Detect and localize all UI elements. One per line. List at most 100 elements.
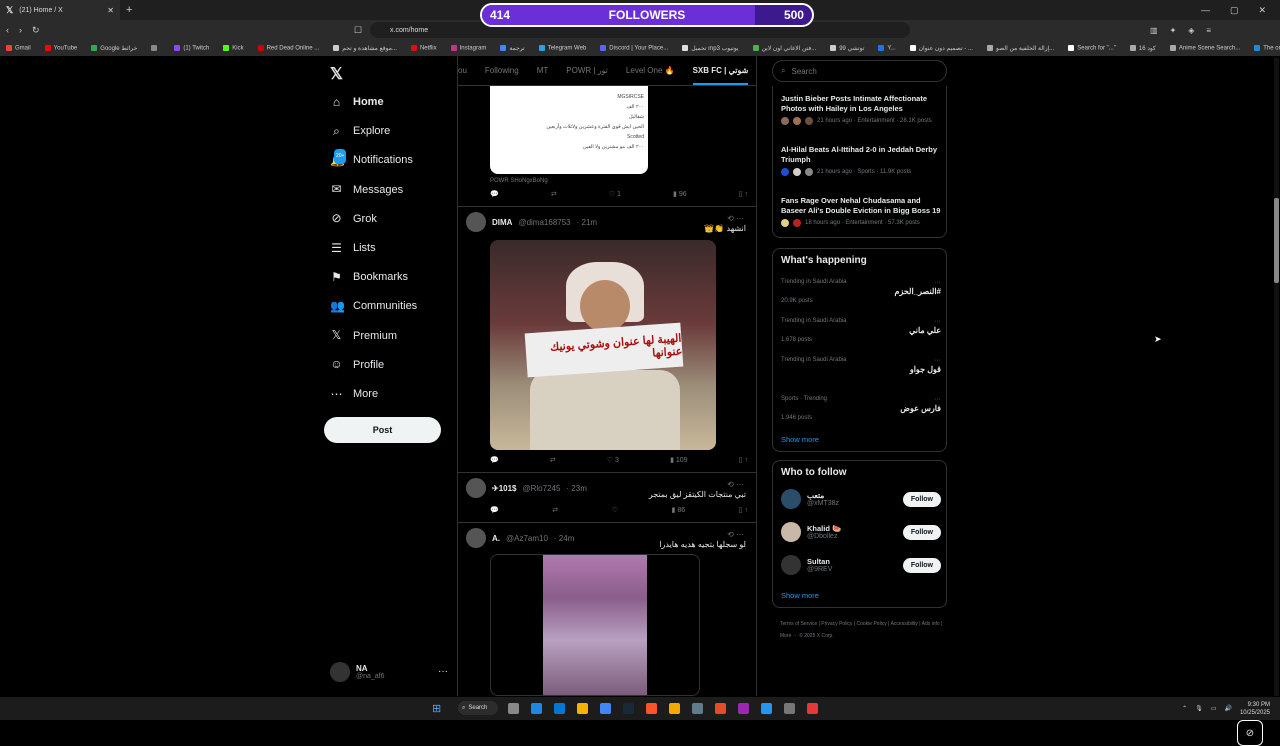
bookmark-item[interactable]: إزالة الخلفية من الصو... [986, 44, 1054, 52]
bookmark-item[interactable]: Kick [223, 44, 244, 51]
bookmark-item[interactable]: Instagram [450, 44, 486, 51]
nav-item-bookmarks[interactable]: ⚑ Bookmarks [330, 267, 408, 287]
bookmark-icon[interactable]: ▯ ↑ [739, 190, 748, 198]
trend-item[interactable]: Trending in Saudi Arabia ··· قول جواو [781, 357, 941, 376]
taskbar-app-icon[interactable] [692, 703, 703, 714]
bookmark-item[interactable]: تصميم دون عنوان - ... [909, 44, 973, 52]
like-button[interactable]: ♡ [612, 506, 618, 514]
tweet-video[interactable] [490, 554, 700, 696]
bookmark-item[interactable]: Google خرائط [91, 44, 137, 52]
show-more-follow-link[interactable]: Show more [781, 591, 819, 600]
clock[interactable]: 9:30 PM 10/25/2025 [1240, 701, 1270, 717]
tweet-more-icon[interactable]: ⟲ ··· [727, 480, 744, 489]
tweet-time[interactable]: · 23m [566, 484, 586, 493]
tweet-author-handle[interactable]: @Rlo7245 [523, 484, 561, 493]
views-button[interactable]: ▮ 86 [672, 506, 686, 514]
bookmark-item[interactable]: Discord | Your Place... [600, 44, 668, 51]
avatar[interactable] [466, 528, 486, 548]
bookmark-icon[interactable]: ▯ ↑ [739, 456, 748, 464]
trend-item[interactable]: Trending in Saudi Arabia ··· علي ماني 1,678… [781, 318, 941, 343]
trend-more-icon[interactable]: ··· [934, 396, 941, 403]
trend-more-icon[interactable]: ··· [934, 279, 941, 286]
timeline-tab[interactable]: SXB FC | شوتي [692, 66, 748, 85]
volume-icon[interactable]: 🔊 [1224, 705, 1231, 712]
trend-more-icon[interactable]: ··· [934, 318, 941, 325]
taskbar-app-icon[interactable] [784, 703, 795, 714]
timeline-tab[interactable]: ou [458, 66, 467, 75]
news-item[interactable]: Justin Bieber Posts Intimate Affectionat… [781, 94, 941, 125]
retweet-icon[interactable]: ⇄ [550, 456, 556, 464]
tweet-more-icon[interactable]: ⟲ ··· [727, 530, 744, 539]
taskbar-app-icon[interactable] [715, 703, 726, 714]
avatar[interactable] [781, 522, 801, 542]
tweet-author-handle[interactable]: @Az7am10 [506, 534, 548, 543]
tweet-more-icon[interactable]: ⟲ ··· [727, 214, 744, 223]
account-switcher[interactable]: NA @na_af6 [330, 662, 385, 682]
menu-icon[interactable]: ≡ [1206, 26, 1211, 35]
sidebar-icon[interactable]: ▥ [1150, 26, 1158, 35]
new-tab-button[interactable]: + [126, 4, 132, 16]
bookmark-item[interactable]: تحميل mp3 يوتيوب [682, 44, 739, 52]
account-more-icon[interactable]: ··· [438, 666, 448, 677]
reply-icon[interactable]: 💬 [490, 190, 499, 198]
tray-chevron-icon[interactable]: ⌃ [1182, 705, 1187, 712]
news-item[interactable]: Al-Hilal Beats Al-Ittihad 2-0 in Jeddah … [781, 145, 941, 176]
shield-icon[interactable]: ◈ [1188, 26, 1194, 35]
bookmark-item[interactable]: Telegram Web [538, 44, 586, 51]
minimize-icon[interactable]: — [1201, 5, 1210, 16]
forward-icon[interactable]: › [19, 25, 22, 35]
follow-suggestion[interactable]: Khalid 🍉 @Dbollez Follow [781, 522, 941, 542]
avatar[interactable] [466, 478, 486, 498]
scrollbar[interactable] [1274, 58, 1279, 696]
taskbar-app-icon[interactable] [623, 703, 634, 714]
follow-button[interactable]: Follow [902, 524, 941, 540]
nav-item-explore[interactable]: ⌕ Explore [330, 121, 390, 141]
like-button[interactable]: ♡ 1 [609, 190, 621, 198]
taskbar-app-icon[interactable] [738, 703, 749, 714]
close-window-icon[interactable]: ✕ [1258, 5, 1266, 16]
nav-item-lists[interactable]: ☰ Lists [330, 238, 376, 258]
post-button[interactable]: Post [324, 417, 441, 443]
nav-item-premium[interactable]: 𝕏 Premium [330, 326, 397, 346]
bookmark-item[interactable]: موقع مشاهدة و تحم... [333, 44, 397, 52]
close-tab-icon[interactable]: ✕ [107, 6, 114, 15]
reply-icon[interactable]: 💬 [490, 456, 499, 464]
timeline-tab[interactable]: Following [485, 66, 519, 75]
back-icon[interactable]: ‹ [6, 25, 9, 35]
views-button[interactable]: ▮ 96 [673, 190, 687, 198]
quoted-image-card[interactable]: MGSIRCSE ٢٠٠ الف شقاليل الحين ايش قوي ال… [490, 86, 648, 174]
timeline-tab[interactable]: POWR | تور [566, 66, 608, 75]
avatar[interactable] [781, 555, 801, 575]
bookmark-item[interactable]: Netflix [410, 44, 437, 51]
avatar[interactable] [781, 489, 801, 509]
bookmark-item[interactable]: Search for "..." [1068, 44, 1116, 51]
bookmark-item[interactable]: Gmail [6, 44, 31, 51]
bookmark-item[interactable]: The online code edi... [1254, 44, 1280, 51]
follow-suggestion[interactable]: Sultan @9REV Follow [781, 555, 941, 575]
tweet-time[interactable]: · 24m [554, 534, 574, 543]
reload-icon[interactable]: ↻ [32, 25, 40, 36]
trend-item[interactable]: Sports · Trending ··· فارس عوض 1,946 posts [781, 396, 941, 421]
like-button[interactable]: ♡ 3 [607, 456, 619, 464]
taskbar-app-icon[interactable] [761, 703, 772, 714]
avatar[interactable] [466, 212, 486, 232]
taskbar-app-icon[interactable] [554, 703, 565, 714]
nav-item-profile[interactable]: ☺ Profile [330, 355, 384, 375]
bookmark-item[interactable] [151, 44, 160, 52]
timeline-tab[interactable]: MT [537, 66, 549, 75]
taskbar-app-icon[interactable] [531, 703, 542, 714]
taskbar-app-icon[interactable] [807, 703, 818, 714]
tweet-photo[interactable]: الهيبة لها عنوان وشوتي يونيك عنوانها [490, 240, 716, 450]
bookmark-item[interactable]: YouTube [44, 44, 77, 51]
taskbar-app-icon[interactable] [508, 703, 519, 714]
trend-item[interactable]: Trending in Saudi Arabia ··· #النصر_الحزم 2… [781, 279, 941, 304]
x-logo-icon[interactable]: 𝕏 [330, 64, 343, 84]
follow-button[interactable]: Follow [902, 491, 941, 507]
extensions-icon[interactable]: ✦ [1170, 26, 1177, 35]
taskbar-app-icon[interactable] [646, 703, 657, 714]
nav-item-communities[interactable]: 👥 Communities [330, 296, 417, 316]
tweet-author-name[interactable]: A. [492, 534, 500, 543]
retweet-icon[interactable]: ⇄ [552, 506, 558, 514]
taskbar-app-icon[interactable] [669, 703, 680, 714]
bookmark-item[interactable]: Anime Scene Search... [1169, 44, 1240, 51]
